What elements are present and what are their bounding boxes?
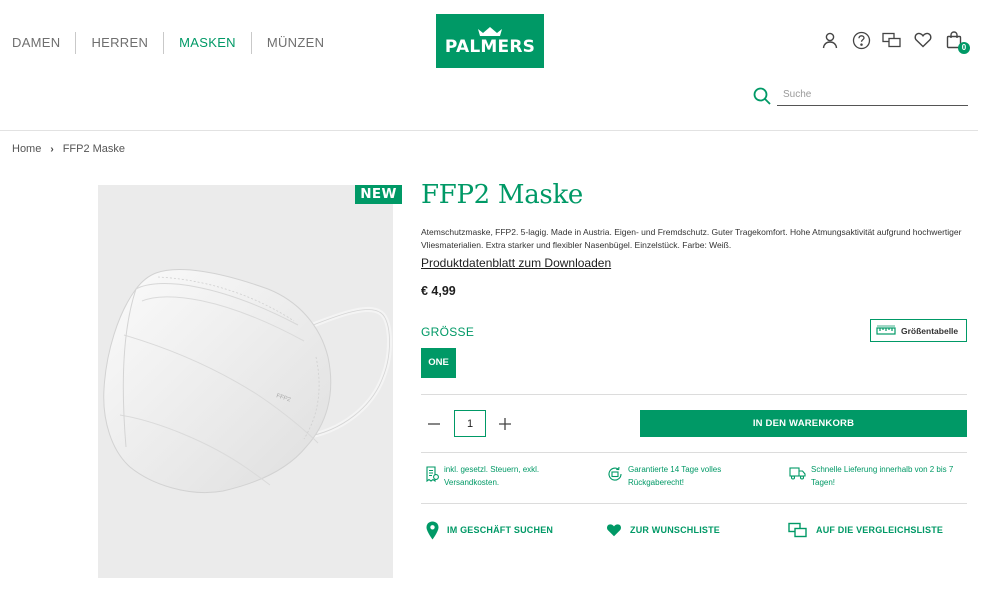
truck-icon: [789, 467, 806, 480]
heart-icon: [607, 524, 621, 537]
crown-icon: [478, 26, 502, 36]
cart-button[interactable]: 0: [944, 30, 970, 54]
product-title: FFP2 Maske: [421, 180, 583, 210]
search-icon[interactable]: [752, 86, 772, 106]
perk-return-text: Garantierte 14 Tage volles Rückgaberecht…: [628, 465, 722, 487]
breadcrumb: Home › FFP2 Maske: [12, 143, 125, 155]
actions-row: IM GESCHÄFT SUCHEN ZUR WUNSCHLISTE AUF D…: [421, 517, 967, 543]
divider: [421, 452, 967, 453]
heart-icon[interactable]: [913, 30, 933, 50]
new-badge: NEW: [355, 185, 402, 204]
search-input[interactable]: [777, 87, 968, 106]
plus-icon[interactable]: [496, 415, 514, 433]
chevron-right-icon: ›: [50, 143, 54, 155]
perk-delivery: Schnelle Lieferung innerhalb von 2 bis 7…: [789, 464, 979, 489]
wishlist-label: ZUR WUNSCHLISTE: [630, 525, 720, 535]
find-in-store-label: IM GESCHÄFT SUCHEN: [447, 525, 554, 535]
perk-return: Garantierte 14 Tage volles Rückgaberecht…: [607, 464, 747, 489]
size-table-label: Größentabelle: [901, 325, 959, 336]
main-nav: DAMEN HERREN MASKEN MÜNZEN: [12, 32, 339, 54]
logo-text: PALMERS: [444, 36, 536, 57]
size-label: GRÖSSE: [421, 325, 475, 339]
mask-illustration: FFP2: [103, 269, 392, 494]
product-description: Atemschutzmaske, FFP2. 5-lagig. Made in …: [421, 227, 962, 250]
location-pin-icon: [426, 521, 439, 539]
nav-item-damen[interactable]: DAMEN: [12, 32, 77, 54]
quantity-input[interactable]: [454, 410, 486, 437]
nav-item-muenzen[interactable]: MÜNZEN: [252, 32, 339, 54]
size-option-one[interactable]: ONE: [421, 348, 456, 378]
compare-icon: [788, 522, 807, 538]
search-bar: [752, 86, 968, 106]
add-to-cart-button[interactable]: IN DEN WARENKORB: [640, 410, 967, 437]
user-icon[interactable]: [820, 30, 840, 50]
cart-count-badge: 0: [958, 42, 970, 54]
perk-delivery-text: Schnelle Lieferung innerhalb von 2 bis 7…: [811, 465, 954, 487]
breadcrumb-home[interactable]: Home: [12, 143, 41, 155]
breadcrumb-current: FFP2 Maske: [62, 143, 126, 155]
wishlist-button[interactable]: ZUR WUNSCHLISTE: [606, 517, 720, 543]
minus-icon[interactable]: [425, 415, 443, 433]
datasheet-download-link[interactable]: Produktdatenblatt zum Downloaden: [421, 256, 611, 270]
palmers-logo[interactable]: PALMERS: [436, 14, 544, 68]
divider: [421, 503, 967, 504]
divider: [421, 394, 967, 395]
perk-taxes: inkl. gesetzl. Steuern, exkl. Versandkos…: [425, 464, 555, 489]
header-icons: 0: [820, 30, 975, 54]
product-image[interactable]: FFP2: [98, 185, 393, 578]
quantity-stepper: [425, 410, 514, 437]
compare-icon[interactable]: [882, 30, 902, 50]
compare-list-button[interactable]: AUF DIE VERGLEICHSLISTE: [788, 517, 943, 543]
return-icon: [608, 466, 622, 481]
receipt-icon: [426, 466, 439, 482]
header-divider: [0, 130, 978, 131]
perk-taxes-text: inkl. gesetzl. Steuern, exkl. Versandkos…: [444, 465, 540, 487]
perks-row: inkl. gesetzl. Steuern, exkl. Versandkos…: [421, 464, 981, 492]
nav-item-masken[interactable]: MASKEN: [164, 32, 252, 54]
product-price: € 4,99: [421, 284, 456, 298]
help-icon[interactable]: [851, 30, 871, 50]
compare-list-label: AUF DIE VERGLEICHSLISTE: [816, 525, 944, 535]
ruler-icon: [876, 325, 896, 335]
find-in-store-button[interactable]: IM GESCHÄFT SUCHEN: [426, 517, 553, 543]
nav-item-herren[interactable]: HERREN: [76, 32, 165, 54]
size-table-button[interactable]: Größentabelle: [870, 319, 967, 342]
